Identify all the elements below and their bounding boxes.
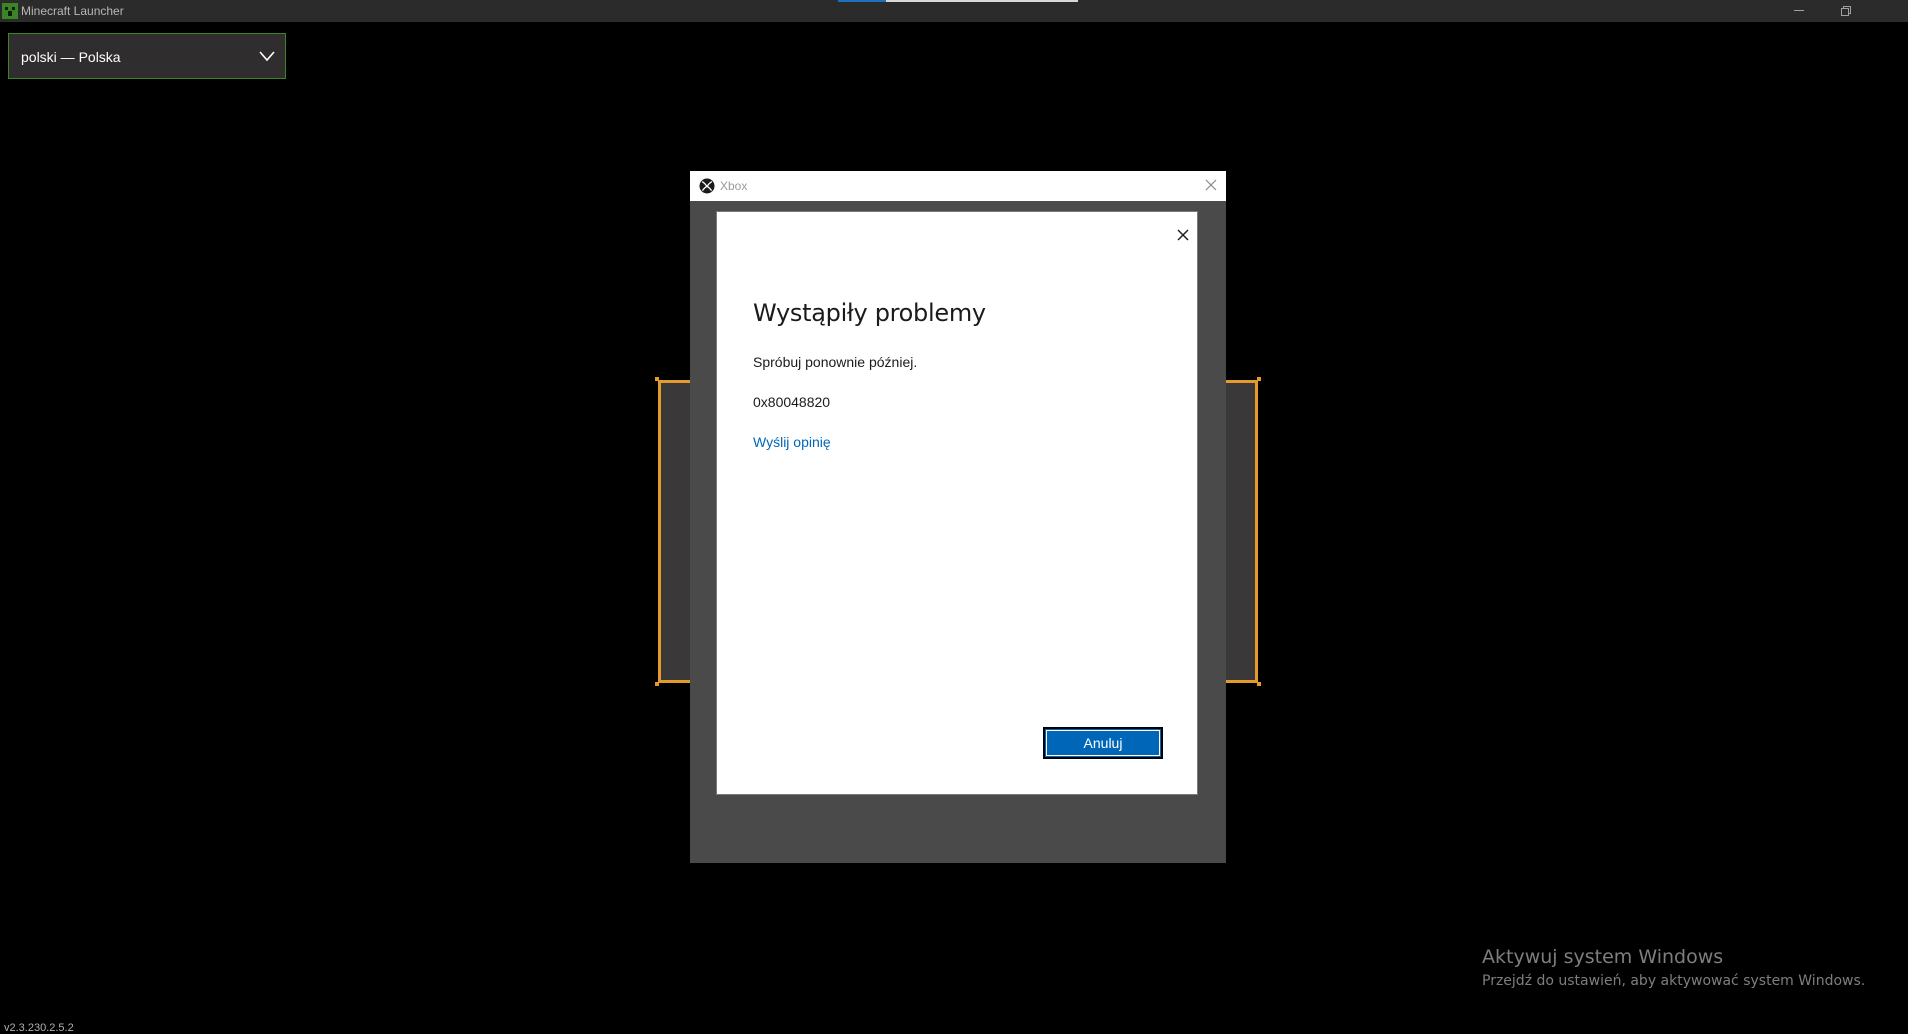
restore-button[interactable]	[1822, 0, 1868, 22]
minimize-button[interactable]	[1776, 0, 1822, 22]
language-select[interactable]: polski — Polska	[8, 33, 286, 79]
launcher-titlebar: Minecraft Launcher	[0, 0, 1908, 22]
version-label: v2.3.230.2.5.2	[4, 1022, 74, 1034]
dialog-message: Spróbuj ponownie później.	[753, 354, 918, 370]
minecraft-creeper-icon	[2, 3, 18, 19]
frame-corner	[655, 377, 659, 381]
window-title: Minecraft Launcher	[21, 4, 124, 18]
loading-progress-bar	[838, 0, 1078, 2]
language-select-value: polski — Polska	[21, 49, 121, 65]
frame-corner	[1257, 377, 1261, 381]
minimize-icon	[1794, 10, 1804, 12]
error-dialog: Wystąpiły problemy Spróbuj ponownie późn…	[716, 211, 1198, 795]
frame-corner	[1257, 682, 1261, 686]
dialog-close-icon[interactable]	[1176, 228, 1190, 242]
dialog-heading: Wystąpiły problemy	[753, 299, 986, 327]
error-code: 0x80048820	[753, 394, 831, 410]
restore-icon	[1840, 6, 1851, 17]
xbox-logo-icon	[699, 178, 715, 194]
chevron-down-icon	[259, 51, 275, 62]
cancel-button[interactable]: Anuluj	[1043, 727, 1163, 759]
activation-watermark-title: Aktywuj system Windows	[1482, 946, 1724, 968]
frame-corner	[655, 682, 659, 686]
xbox-window: Xbox Wystąpiły problemy Spróbuj ponownie…	[690, 171, 1226, 863]
activation-watermark-subtitle: Przejdź do ustawień, aby aktywować syste…	[1482, 973, 1866, 989]
xbox-window-close-icon[interactable]	[1204, 178, 1218, 192]
send-feedback-link[interactable]: Wyślij opinię	[753, 434, 831, 450]
xbox-window-title: Xbox	[720, 179, 748, 193]
xbox-titlebar: Xbox	[690, 171, 1226, 201]
